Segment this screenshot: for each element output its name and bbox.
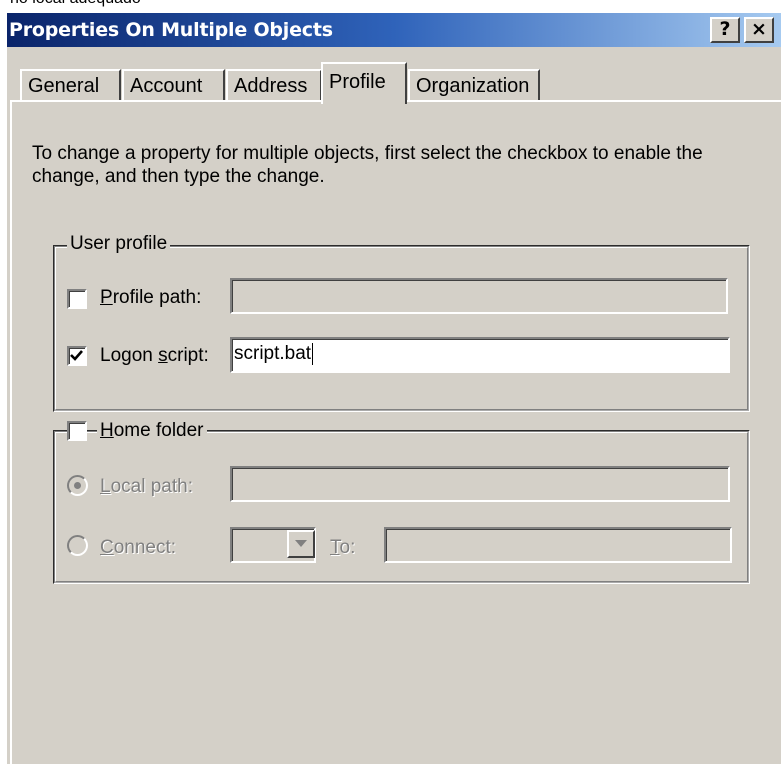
- user-profile-group-title: User profile: [67, 233, 171, 255]
- radio-selected-dot: [74, 482, 81, 489]
- tab-profile[interactable]: Profile: [321, 62, 407, 104]
- window-title: Properties On Multiple Objects: [9, 19, 333, 41]
- help-button[interactable]: ?: [710, 17, 740, 43]
- background-caption: no local adequado: [10, 0, 141, 9]
- tab-strip: General Account Address Profile Organiza…: [7, 62, 781, 104]
- user-profile-group: [53, 245, 750, 412]
- chevron-down-icon: [295, 540, 307, 547]
- logon-script-checkbox[interactable]: [67, 346, 87, 366]
- connect-label: Connect:: [100, 537, 177, 558]
- tab-address[interactable]: Address: [226, 69, 322, 103]
- properties-dialog: Properties On Multiple Objects ? × Gener…: [7, 13, 781, 764]
- drive-dropdown-button[interactable]: [287, 530, 315, 558]
- connect-to-field[interactable]: [384, 527, 732, 563]
- connect-radio[interactable]: [67, 535, 88, 556]
- profile-tab-panel: To change a property for multiple object…: [10, 100, 781, 764]
- local-path-radio[interactable]: [67, 475, 88, 496]
- logon-script-value: script.bat: [234, 343, 312, 364]
- home-folder-group-title: Home folder: [97, 420, 207, 442]
- home-folder-checkbox[interactable]: [67, 421, 87, 441]
- profile-path-checkbox[interactable]: [67, 289, 87, 309]
- profile-path-field[interactable]: [230, 278, 728, 314]
- local-path-field[interactable]: [230, 466, 730, 502]
- title-bar[interactable]: Properties On Multiple Objects ? ×: [7, 13, 781, 47]
- profile-path-label: Profile path:: [100, 287, 202, 308]
- logon-script-label: Logon script:: [100, 345, 209, 366]
- close-button[interactable]: ×: [744, 17, 774, 43]
- local-path-label: Local path:: [100, 476, 193, 497]
- instruction-text: To change a property for multiple object…: [32, 143, 703, 187]
- text-caret: [312, 342, 314, 365]
- tab-organization[interactable]: Organization: [408, 69, 540, 103]
- checkmark-icon: [70, 350, 83, 361]
- tab-account[interactable]: Account: [122, 69, 225, 103]
- tab-general[interactable]: General: [20, 69, 121, 103]
- logon-script-field[interactable]: script.bat: [230, 337, 730, 373]
- to-label: To:: [330, 537, 356, 558]
